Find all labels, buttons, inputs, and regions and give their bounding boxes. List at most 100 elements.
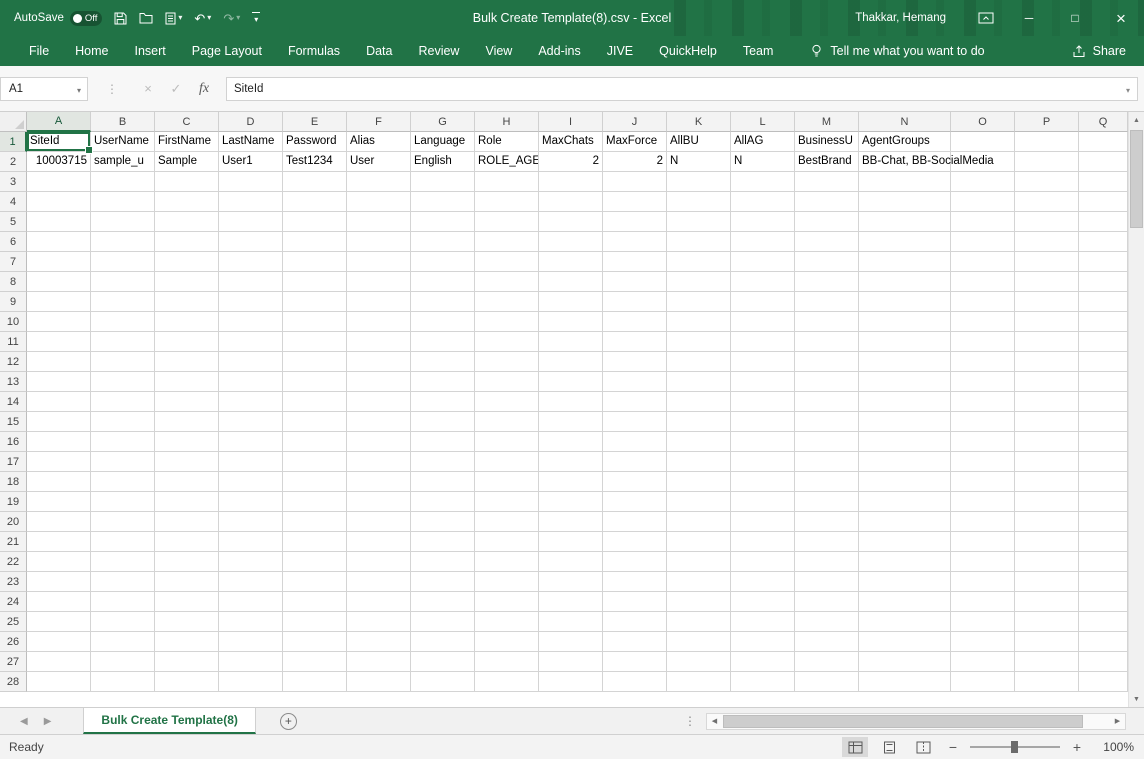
cell-Q23[interactable] [1079, 572, 1128, 592]
cell-I19[interactable] [539, 492, 603, 512]
cell-I2[interactable]: 2 [539, 152, 603, 172]
ribbon-display-options-button[interactable] [966, 0, 1006, 36]
cell-J16[interactable] [603, 432, 667, 452]
undo-button[interactable]: ↶ ▾ [194, 12, 211, 25]
column-header-N[interactable]: N [859, 112, 951, 132]
horizontal-scrollbar[interactable]: ◀ ▶ [706, 713, 1126, 730]
cell-H7[interactable] [475, 252, 539, 272]
cell-M9[interactable] [795, 292, 859, 312]
column-header-D[interactable]: D [219, 112, 283, 132]
tab-file[interactable]: File [16, 36, 62, 66]
cell-L20[interactable] [731, 512, 795, 532]
cell-K9[interactable] [667, 292, 731, 312]
cell-G24[interactable] [411, 592, 475, 612]
cell-J1[interactable]: MaxForce [603, 132, 667, 152]
cell-H18[interactable] [475, 472, 539, 492]
cell-Q24[interactable] [1079, 592, 1128, 612]
cell-C12[interactable] [155, 352, 219, 372]
cell-K4[interactable] [667, 192, 731, 212]
cell-Q9[interactable] [1079, 292, 1128, 312]
cell-N11[interactable] [859, 332, 951, 352]
cell-C7[interactable] [155, 252, 219, 272]
cell-K12[interactable] [667, 352, 731, 372]
cell-K2[interactable]: N [667, 152, 731, 172]
cell-L19[interactable] [731, 492, 795, 512]
row-header-3[interactable]: 3 [0, 172, 27, 192]
cell-K11[interactable] [667, 332, 731, 352]
cell-C13[interactable] [155, 372, 219, 392]
cell-I18[interactable] [539, 472, 603, 492]
cell-H11[interactable] [475, 332, 539, 352]
cell-I4[interactable] [539, 192, 603, 212]
cell-K17[interactable] [667, 452, 731, 472]
cell-N26[interactable] [859, 632, 951, 652]
cell-O9[interactable] [951, 292, 1015, 312]
cell-F20[interactable] [347, 512, 411, 532]
cell-B19[interactable] [91, 492, 155, 512]
cell-B5[interactable] [91, 212, 155, 232]
cell-I26[interactable] [539, 632, 603, 652]
cell-K3[interactable] [667, 172, 731, 192]
tab-jive[interactable]: JIVE [594, 36, 646, 66]
scroll-up-icon[interactable]: ▲ [1129, 112, 1144, 128]
cell-F17[interactable] [347, 452, 411, 472]
cell-N18[interactable] [859, 472, 951, 492]
cell-H24[interactable] [475, 592, 539, 612]
cell-D20[interactable] [219, 512, 283, 532]
cell-H5[interactable] [475, 212, 539, 232]
cell-L23[interactable] [731, 572, 795, 592]
cell-G17[interactable] [411, 452, 475, 472]
cell-C20[interactable] [155, 512, 219, 532]
cell-F14[interactable] [347, 392, 411, 412]
cell-F3[interactable] [347, 172, 411, 192]
cell-I7[interactable] [539, 252, 603, 272]
cell-J25[interactable] [603, 612, 667, 632]
cell-B21[interactable] [91, 532, 155, 552]
column-header-I[interactable]: I [539, 112, 603, 132]
cell-P16[interactable] [1015, 432, 1079, 452]
cell-I22[interactable] [539, 552, 603, 572]
save-button[interactable] [114, 12, 127, 25]
column-header-J[interactable]: J [603, 112, 667, 132]
cell-E2[interactable]: Test1234 [283, 152, 347, 172]
cell-J17[interactable] [603, 452, 667, 472]
cell-E28[interactable] [283, 672, 347, 692]
cell-C25[interactable] [155, 612, 219, 632]
cell-M28[interactable] [795, 672, 859, 692]
cell-G20[interactable] [411, 512, 475, 532]
cell-I13[interactable] [539, 372, 603, 392]
cell-N21[interactable] [859, 532, 951, 552]
cell-F22[interactable] [347, 552, 411, 572]
cell-D10[interactable] [219, 312, 283, 332]
cell-M10[interactable] [795, 312, 859, 332]
cell-G23[interactable] [411, 572, 475, 592]
row-header-14[interactable]: 14 [0, 392, 27, 412]
cell-L13[interactable] [731, 372, 795, 392]
cell-F24[interactable] [347, 592, 411, 612]
cell-D2[interactable]: User1 [219, 152, 283, 172]
cell-F18[interactable] [347, 472, 411, 492]
zoom-level[interactable]: 100% [1094, 740, 1134, 754]
previous-sheet-icon[interactable]: ◀ [20, 716, 28, 727]
cell-D9[interactable] [219, 292, 283, 312]
tab-review[interactable]: Review [405, 36, 472, 66]
cell-J23[interactable] [603, 572, 667, 592]
cell-C27[interactable] [155, 652, 219, 672]
cell-G7[interactable] [411, 252, 475, 272]
zoom-slider-thumb[interactable] [1011, 741, 1018, 753]
cell-O17[interactable] [951, 452, 1015, 472]
cell-B14[interactable] [91, 392, 155, 412]
cell-O13[interactable] [951, 372, 1015, 392]
row-header-4[interactable]: 4 [0, 192, 27, 212]
cell-J20[interactable] [603, 512, 667, 532]
cell-J3[interactable] [603, 172, 667, 192]
cell-N12[interactable] [859, 352, 951, 372]
column-header-M[interactable]: M [795, 112, 859, 132]
cell-H16[interactable] [475, 432, 539, 452]
dropdown-icon[interactable]: ▾ [207, 14, 211, 22]
cell-A20[interactable] [27, 512, 91, 532]
cell-L15[interactable] [731, 412, 795, 432]
cell-A15[interactable] [27, 412, 91, 432]
cell-E10[interactable] [283, 312, 347, 332]
cell-B1[interactable]: UserName [91, 132, 155, 152]
